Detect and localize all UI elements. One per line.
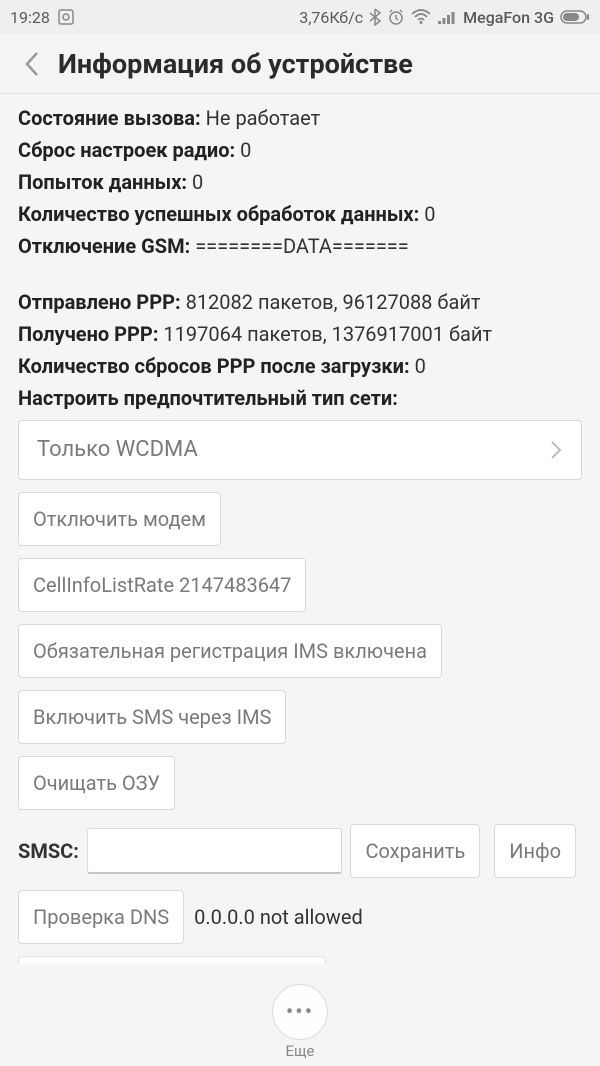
- row-data-success: Количество успешных обработок данных: 0: [18, 198, 582, 230]
- row-radio-reset: Сброс настроек радио: 0: [18, 134, 582, 166]
- row-ppp-sent: Отправлено PPP: 812082 пакетов, 96127088…: [18, 286, 582, 318]
- more-button[interactable]: •••: [272, 984, 328, 1040]
- more-label: Еще: [286, 1042, 315, 1060]
- content-scroll[interactable]: Состояние вызова: Не работает Сброс наст…: [0, 94, 600, 964]
- oem-info-button[interactable]: Информация/настройки OEM: [18, 956, 326, 964]
- disable-modem-button[interactable]: Отключить модем: [18, 492, 221, 546]
- status-bar: 19:28 3,76Кб/с MegaFon 3G: [0, 0, 600, 34]
- row-ppp-reset: Количество сбросов PPP после загрузки: 0: [18, 350, 582, 382]
- chevron-right-icon: [549, 439, 563, 461]
- preferred-network-select[interactable]: Только WCDMA: [18, 420, 582, 480]
- smsc-input[interactable]: [87, 828, 343, 874]
- sms-over-ims-button[interactable]: Включить SMS через IMS: [18, 690, 286, 744]
- preferred-network-value: Только WCDMA: [37, 432, 198, 467]
- battery-icon: [560, 10, 590, 24]
- row-data-attempts: Попыток данных: 0: [18, 166, 582, 198]
- wifi-icon: [411, 9, 431, 25]
- signal-icon: [437, 9, 457, 25]
- dns-check-button[interactable]: Проверка DNS: [18, 890, 184, 944]
- chevron-left-icon: [23, 50, 41, 78]
- page-title: Информация об устройстве: [58, 48, 413, 80]
- smsc-info-button[interactable]: Инфо: [494, 824, 576, 878]
- more-dots-icon: •••: [286, 1000, 314, 1025]
- smsc-row: SMSC: Сохранить Инфо: [18, 824, 582, 878]
- status-time: 19:28: [10, 8, 50, 27]
- ims-registration-button[interactable]: Обязательная регистрация IMS включена: [18, 624, 442, 678]
- row-pref-net-label: Настроить предпочтительный тип сети:: [18, 382, 582, 414]
- bottom-bar: ••• Еще: [0, 966, 600, 1066]
- row-call-state: Состояние вызова: Не работает: [18, 102, 582, 134]
- bluetooth-icon: [369, 8, 381, 26]
- dns-row: Проверка DNS 0.0.0.0 not allowed: [18, 890, 582, 944]
- status-carrier: MegaFon 3G: [463, 8, 554, 27]
- alarm-icon: [387, 8, 405, 26]
- smsc-save-button[interactable]: Сохранить: [350, 824, 480, 878]
- dns-result-text: 0.0.0.0 not allowed: [194, 901, 363, 933]
- cell-info-rate-button[interactable]: CellInfoListRate 2147483647: [18, 558, 306, 612]
- row-ppp-recv: Получено PPP: 1197064 пакетов, 137691700…: [18, 318, 582, 350]
- screenshot-icon: [58, 9, 74, 25]
- clear-ram-button[interactable]: Очищать ОЗУ: [18, 756, 175, 810]
- title-bar: Информация об устройстве: [0, 34, 600, 94]
- back-button[interactable]: [12, 44, 52, 84]
- status-data-rate: 3,76Кб/с: [299, 8, 363, 27]
- row-gsm-disconnect: Отключение GSM: ========DATA=======: [18, 230, 582, 262]
- smsc-label: SMSC:: [18, 835, 79, 867]
